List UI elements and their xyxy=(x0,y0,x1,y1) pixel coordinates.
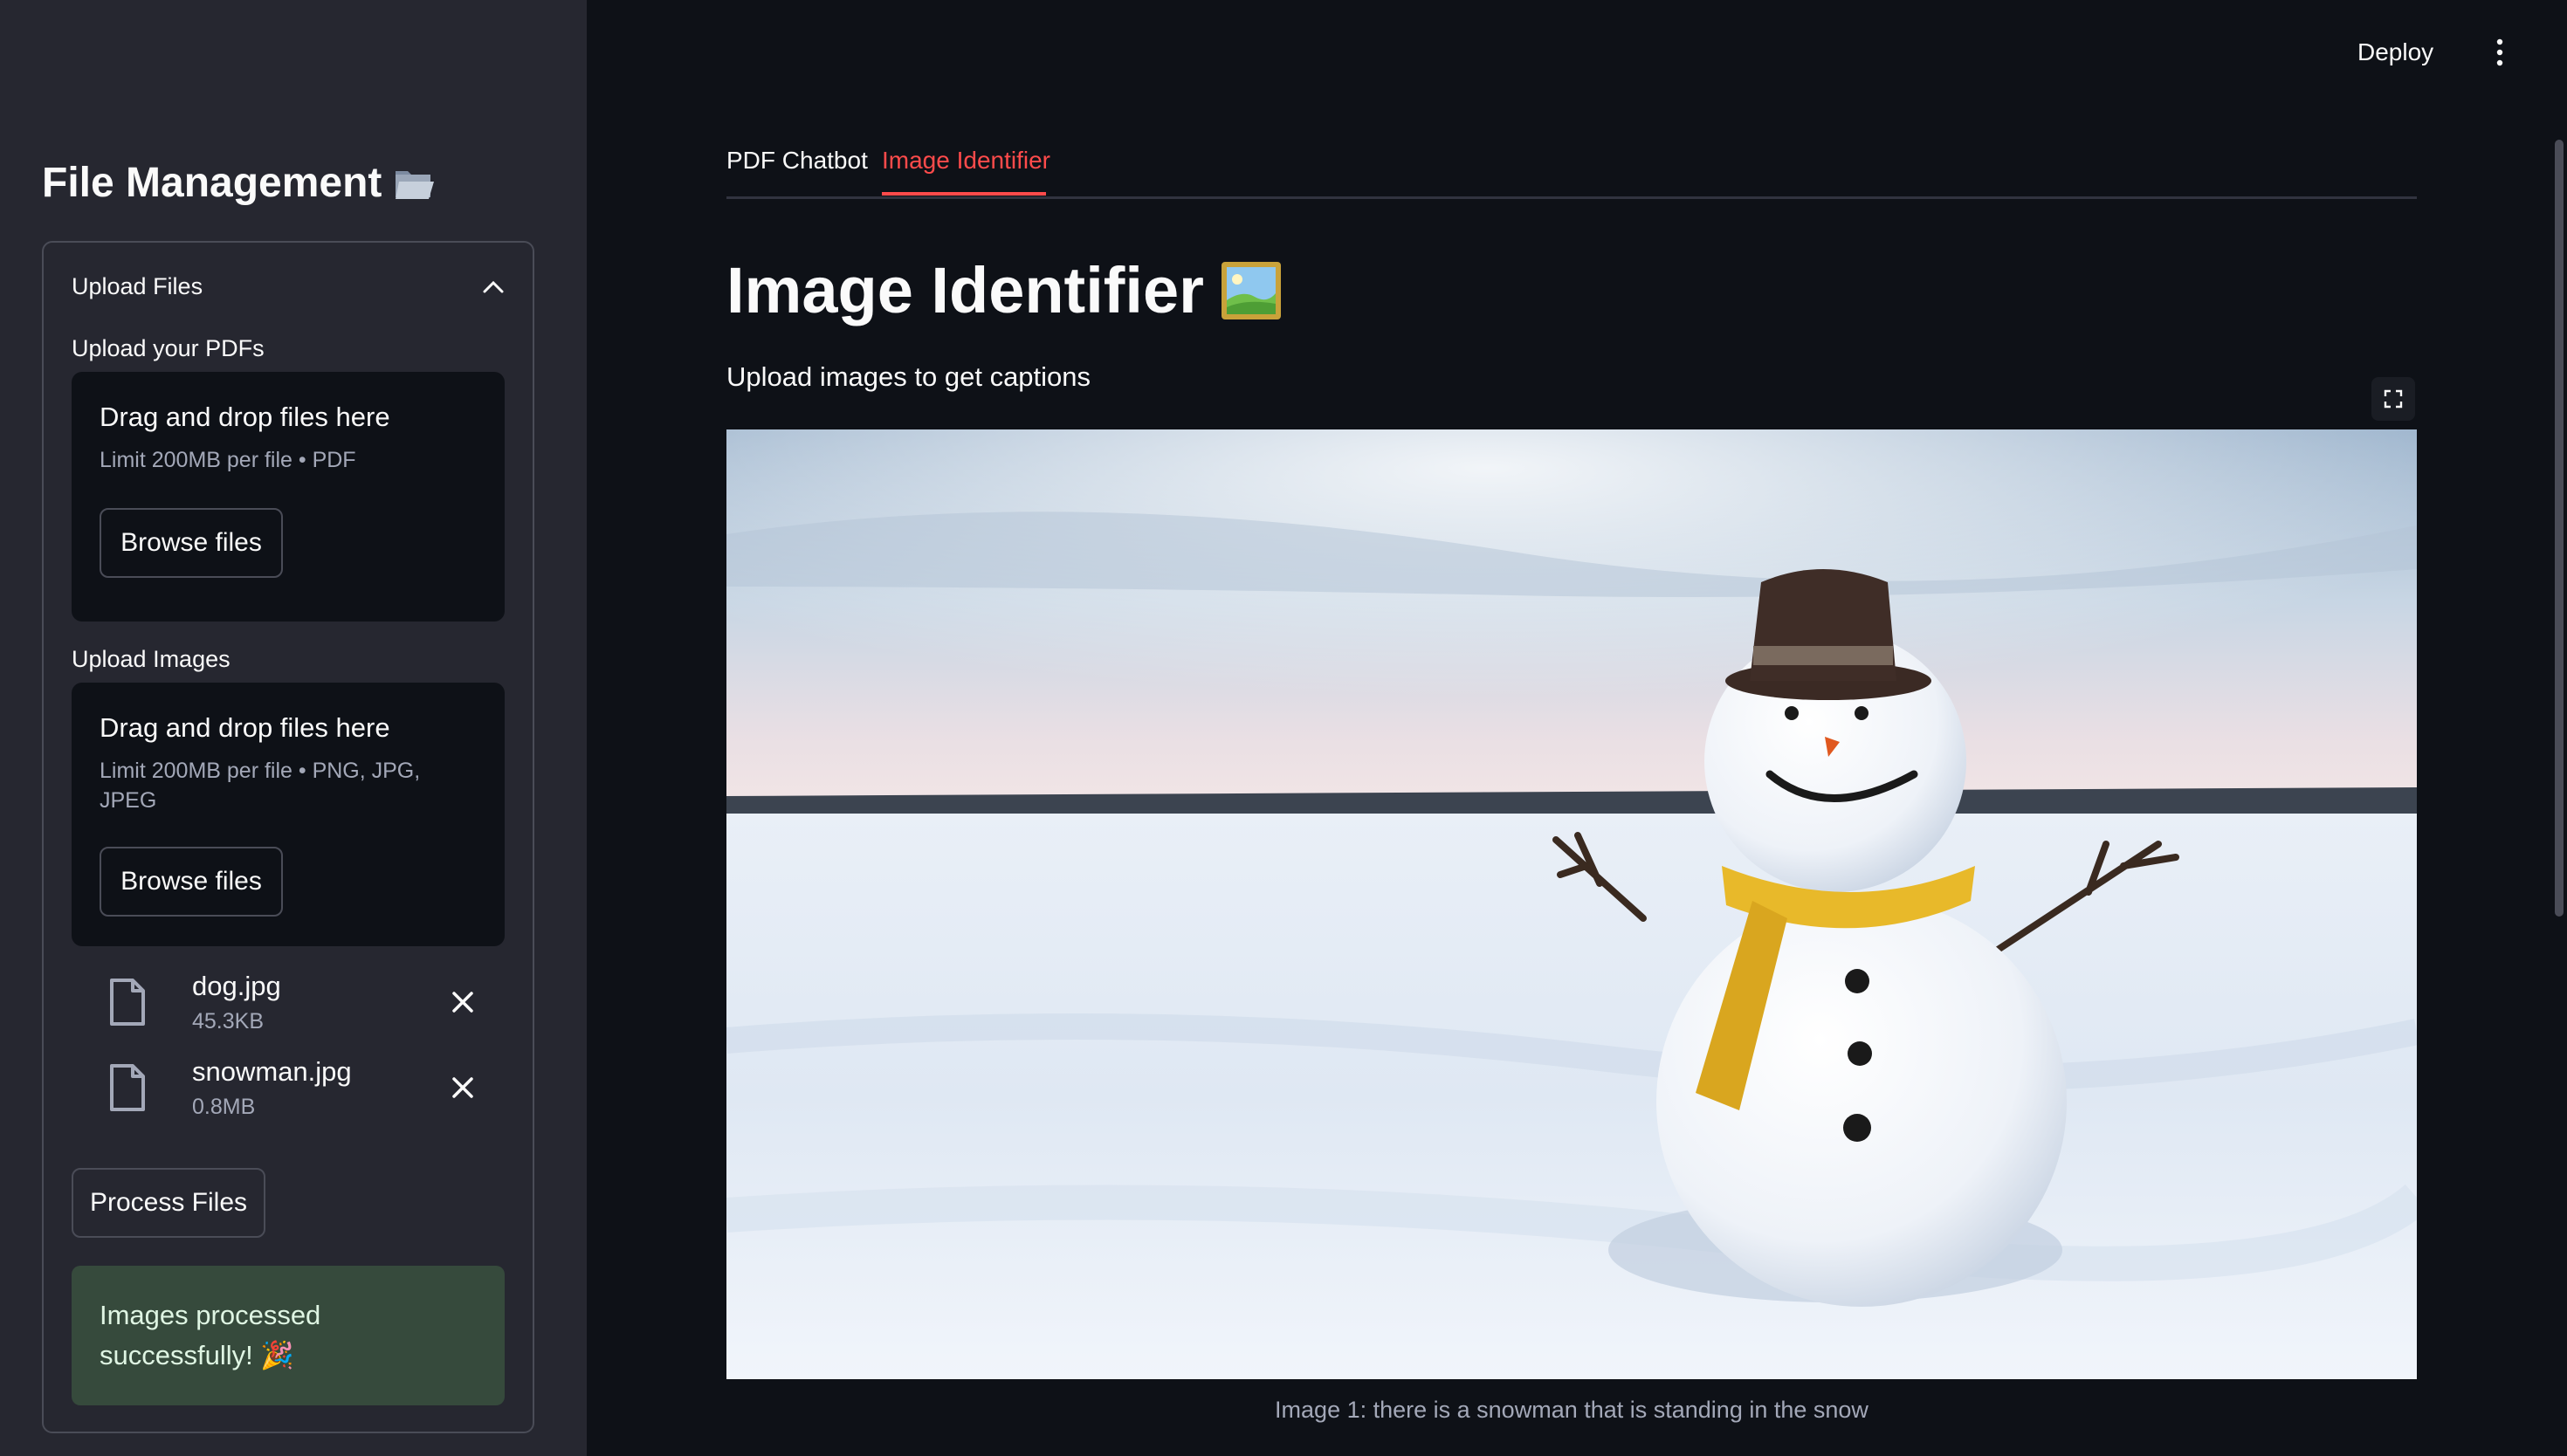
chevron-up-icon[interactable] xyxy=(482,278,505,294)
deploy-button[interactable]: Deploy xyxy=(2357,33,2433,72)
expander-label: Upload Files xyxy=(72,272,203,299)
image-caption: Image 1: there is a snowman that is stan… xyxy=(1275,1397,1868,1423)
image-dropzone-limit: Limit 200MB per file • PNG, JPG, JPEG xyxy=(100,759,421,813)
pdf-dropzone[interactable]: Drag and drop files here Limit 200MB per… xyxy=(72,372,505,622)
remove-file-close-icon[interactable] xyxy=(447,1072,478,1103)
remove-file-close-icon[interactable] xyxy=(447,986,478,1018)
file-name: snowman.jpg xyxy=(192,1056,352,1087)
page-subtitle: Upload images to get captions xyxy=(726,361,1091,392)
pdf-uploader-label: Upload your PDFs xyxy=(72,335,265,361)
uploaded-image xyxy=(726,429,2417,1379)
uploaded-file-row: dog.jpg 45.3KB xyxy=(72,969,505,1042)
tab-image-identifier[interactable]: Image Identifier xyxy=(882,147,1050,175)
tab-pdf-chatbot[interactable]: PDF Chatbot xyxy=(726,147,868,175)
file-icon xyxy=(110,979,145,1026)
page-title: Image Identifier xyxy=(726,253,1283,327)
fullscreen-icon xyxy=(2384,389,2403,409)
upload-files-expander-header[interactable]: Upload Files xyxy=(72,269,505,304)
sidebar: File Management Upload Files Upload your… xyxy=(0,0,587,1456)
tab-bar: PDF Chatbot Image Identifier xyxy=(726,141,2417,199)
image-dropzone-title: Drag and drop files here xyxy=(100,712,390,743)
page-title-text: Image Identifier xyxy=(726,254,1204,326)
image-dropzone[interactable]: Drag and drop files here Limit 200MB per… xyxy=(72,683,505,946)
sidebar-title: File Management xyxy=(42,159,436,207)
browse-pdf-button[interactable]: Browse files xyxy=(100,508,283,578)
more-vertical-icon[interactable] xyxy=(2487,37,2513,68)
main-scrollbar[interactable] xyxy=(2555,140,2564,917)
file-size: 45.3KB xyxy=(192,1009,265,1034)
uploaded-file-row: snowman.jpg 0.8MB xyxy=(72,1054,505,1128)
open-folder-icon xyxy=(396,170,435,199)
success-alert: Images processed successfully! 🎉 xyxy=(72,1266,505,1405)
pdf-dropzone-title: Drag and drop files here xyxy=(100,402,390,432)
browse-images-button[interactable]: Browse files xyxy=(100,847,283,917)
fullscreen-button[interactable] xyxy=(2371,377,2415,421)
framed-picture-icon xyxy=(1221,261,1281,319)
file-icon xyxy=(110,1064,145,1111)
process-files-button[interactable]: Process Files xyxy=(72,1168,265,1238)
active-tab-indicator xyxy=(882,192,1046,196)
upload-files-expander: Upload Files Upload your PDFs Drag and d… xyxy=(42,241,534,1433)
pdf-dropzone-limit: Limit 200MB per file • PDF xyxy=(100,448,356,472)
snowman-image xyxy=(726,429,2417,1379)
file-size: 0.8MB xyxy=(192,1095,256,1119)
image-uploader-label: Upload Images xyxy=(72,646,231,672)
sidebar-title-text: File Management xyxy=(42,160,382,206)
file-name: dog.jpg xyxy=(192,971,281,1001)
